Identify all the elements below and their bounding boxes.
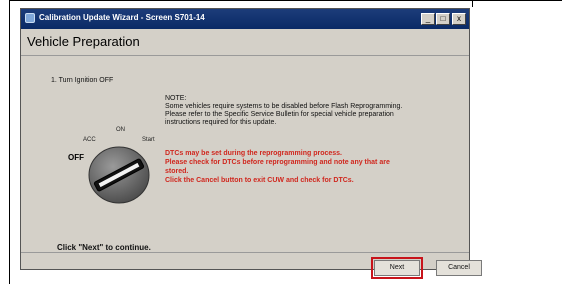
page-header: Vehicle Preparation bbox=[21, 29, 469, 56]
ignition-label-off: OFF bbox=[68, 153, 84, 162]
note-line: Please refer to the Specific Service Bul… bbox=[165, 111, 394, 118]
warning-line: stored. bbox=[165, 168, 189, 175]
footer-divider bbox=[21, 252, 469, 253]
app-icon bbox=[25, 13, 35, 23]
title-bar[interactable]: Calibration Update Wizard - Screen S701-… bbox=[21, 9, 469, 29]
note-line: Some vehicles require systems to be disa… bbox=[165, 103, 403, 110]
warning-line: DTCs may be set during the reprogramming… bbox=[165, 150, 342, 157]
warning-line: Please check for DTCs before reprogrammi… bbox=[165, 159, 390, 166]
close-button[interactable]: x bbox=[452, 13, 466, 25]
note-heading: NOTE: bbox=[165, 95, 187, 102]
document-frame-top bbox=[9, 0, 562, 1]
ignition-label-on: ON bbox=[116, 127, 125, 133]
warning-line: Click the Cancel button to exit CUW and … bbox=[165, 177, 354, 184]
next-button[interactable]: Next bbox=[371, 257, 423, 279]
step-instruction: 1. Turn Ignition OFF bbox=[51, 77, 114, 84]
ignition-switch-icon bbox=[88, 146, 150, 204]
cancel-button[interactable]: Cancel bbox=[436, 260, 482, 276]
page-title: Vehicle Preparation bbox=[27, 34, 140, 49]
window-title: Calibration Update Wizard - Screen S701-… bbox=[39, 13, 205, 22]
note-line: instructions required for this update. bbox=[165, 119, 277, 126]
document-frame-tick bbox=[472, 0, 473, 7]
note-block: NOTE: Some vehicles require systems to b… bbox=[165, 95, 465, 127]
minimize-button[interactable]: _ bbox=[421, 13, 435, 25]
continue-prompt: Click "Next" to continue. bbox=[57, 243, 151, 252]
wizard-window: Calibration Update Wizard - Screen S701-… bbox=[20, 8, 482, 279]
maximize-button[interactable]: □ bbox=[436, 13, 450, 25]
document-frame-left bbox=[9, 0, 10, 284]
dtc-warning: DTCs may be set during the reprogramming… bbox=[165, 149, 465, 185]
